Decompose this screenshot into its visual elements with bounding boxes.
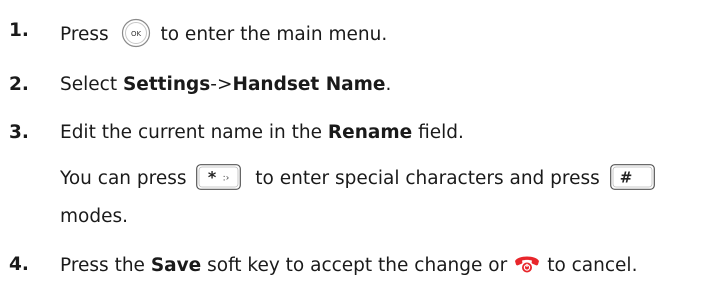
save-term: Save [150,255,202,276]
step-text-pre: Edit the current name in the [60,122,328,143]
step-text-post: field. [412,122,464,143]
note-continuation: modes. [60,206,128,227]
step-text-post: to cancel. [547,255,638,276]
step-number: 1. [9,20,29,41]
step-text-mid: soft key to accept the change or [201,255,508,276]
step-text: Press the Save soft key to accept the ch… [60,254,637,278]
star-key-icon: * :› [196,164,242,190]
svg-text:#: # [619,169,632,187]
step-number: 3. [9,122,29,143]
hash-key-icon: # [609,164,655,190]
end-call-key-icon [513,251,541,275]
rename-term: Rename [327,122,413,143]
ok-key-icon: OK [121,18,151,48]
note-pre: You can press [60,168,187,189]
step-number: 2. [9,74,29,95]
step-note: You can press * :› to enter special char… [60,164,655,192]
svg-text:*: * [208,168,217,187]
step-text: Select Settings->Handset Name. [60,74,391,95]
note-mid: to enter special characters and press [255,168,600,189]
step-text: Press OK to enter the main menu. [60,18,388,50]
handset-name-term: Handset Name [232,74,386,95]
svg-text::›: :› [223,174,230,184]
step-text-pre: Press the [60,255,151,276]
step-number: 4. [9,254,29,275]
svg-text:OK: OK [131,30,142,38]
step-text-post: to enter the main menu. [160,24,388,45]
step-text-post: . [385,74,392,95]
step-text-pre: Press [60,24,109,45]
settings-term: Settings [122,74,211,95]
arrow-separator: -> [210,74,233,95]
step-text-pre: Select [60,74,123,95]
step-text: Edit the current name in the Rename fiel… [60,122,464,143]
